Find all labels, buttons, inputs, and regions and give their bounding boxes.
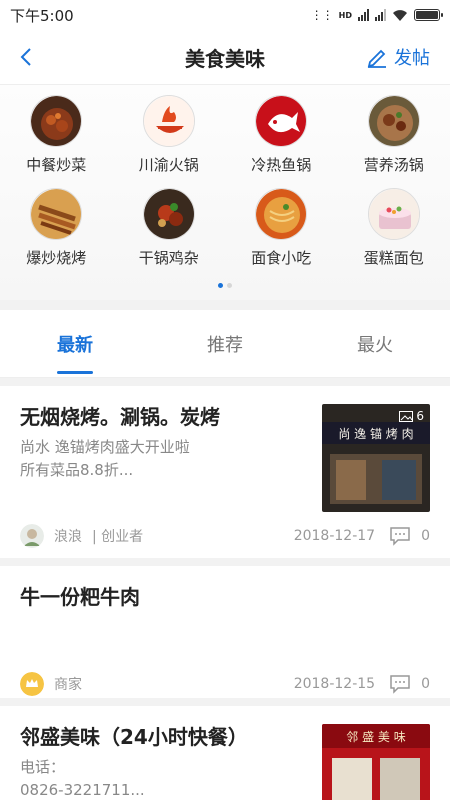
network-label: HD: [338, 10, 352, 20]
post-meta: 浪浪 | 创业者 2018-12-17 0: [20, 524, 430, 548]
author[interactable]: 商家: [20, 672, 82, 696]
signal-icon: [358, 9, 369, 21]
category-item-drypot[interactable]: 干锅鸡杂: [113, 188, 226, 268]
category-item-stirfry[interactable]: 中餐炒菜: [0, 95, 113, 175]
author-name: 浪浪: [54, 529, 82, 545]
category-label: 营养汤锅: [363, 156, 424, 174]
post-thumbnail[interactable]: 尚 逸 锚 烤 肉 6: [322, 404, 430, 512]
svg-text:尚 逸 锚 烤 肉: 尚 逸 锚 烤 肉: [338, 426, 413, 441]
tab-latest[interactable]: 最新: [0, 310, 150, 377]
author-role: | 创业者: [92, 529, 144, 545]
post-desc-line: 电话：: [20, 758, 66, 776]
post-card[interactable]: 牛一份粑牛肉 商家 2018-12-15 0: [0, 566, 450, 698]
post-meta: 商家 2018-12-15 0: [20, 672, 430, 696]
comment-icon: [390, 675, 410, 694]
post-title: 邻盛美味（24小时快餐）: [20, 725, 248, 749]
back-button[interactable]: [20, 42, 40, 72]
battery-icon: [414, 9, 443, 21]
category-item-fishpot[interactable]: 冷热鱼锅: [225, 95, 338, 175]
tab-label: 最火: [357, 334, 393, 356]
post-card[interactable]: 邻盛美味（24小时快餐） 电话： 0826-3221711... 邻 盛 美 味: [0, 706, 450, 800]
category-grid: 中餐炒菜 川渝火锅 冷热鱼锅 营养汤锅 爆炒烧烤 干锅鸡杂 面食小吃 蛋糕面包: [0, 95, 450, 268]
author-name: 商家: [54, 677, 82, 693]
tab-label: 最新: [57, 334, 93, 356]
chevron-left-icon: [20, 48, 31, 66]
image-count: 6: [416, 409, 424, 423]
nav-bar: 美食美味 发帖: [0, 30, 450, 85]
soup-icon: [367, 95, 420, 147]
comment-number: 0: [421, 676, 430, 692]
post-desc-line: 0826-3221711...: [20, 780, 145, 799]
category-label: 面食小吃: [251, 249, 312, 267]
category-label: 川渝火锅: [138, 156, 199, 174]
category-label: 干锅鸡杂: [138, 249, 199, 267]
category-label: 爆炒烧烤: [26, 249, 87, 267]
post-button[interactable]: 发帖: [366, 44, 430, 70]
post-desc-line: 尚水 逸锚烤肉盛大开业啦: [20, 438, 190, 456]
category-label: 中餐炒菜: [26, 156, 87, 174]
post-title: 牛一份粑牛肉: [20, 585, 140, 609]
page-dot-active: [218, 283, 223, 288]
bbq-icon: [30, 188, 83, 240]
tab-hottest[interactable]: 最火: [300, 310, 450, 377]
status-time: 下午5:00: [10, 6, 74, 25]
status-icons: ⋮⋮ HD: [310, 8, 443, 22]
category-item-bbq[interactable]: 爆炒烧烤: [0, 188, 113, 268]
category-panel: 中餐炒菜 川渝火锅 冷热鱼锅 营养汤锅 爆炒烧烤 干锅鸡杂 面食小吃 蛋糕面包: [0, 85, 450, 300]
noodles-icon: [255, 188, 308, 240]
tab-bar: 最新 推荐 最火: [0, 310, 450, 378]
post-card[interactable]: 无烟烧烤。涮锅。炭烤 尚水 逸锚烤肉盛大开业啦 所有菜品8.8折... 尚 逸 …: [0, 386, 450, 558]
category-label: 冷热鱼锅: [251, 156, 312, 174]
post-desc-line: 所有菜品8.8折...: [20, 460, 134, 479]
tab-recommended[interactable]: 推荐: [150, 310, 300, 377]
cake-icon: [367, 188, 420, 240]
dish-icon: [30, 95, 83, 147]
image-icon: [399, 410, 414, 422]
svg-text:邻 盛 美 味: 邻 盛 美 味: [346, 729, 405, 744]
merchant-badge-icon: [20, 672, 44, 696]
avatar: [20, 524, 44, 548]
post-description: 电话： 0826-3221711...: [20, 756, 312, 800]
pen-icon: [367, 49, 386, 68]
post-date: 2018-12-15: [293, 676, 376, 692]
comment-number: 0: [421, 528, 430, 544]
category-label: 蛋糕面包: [363, 249, 424, 267]
page-indicator: [0, 283, 450, 288]
category-item-cake[interactable]: 蛋糕面包: [338, 188, 450, 268]
signal-icon-2: [375, 9, 386, 21]
category-item-noodles[interactable]: 面食小吃: [225, 188, 338, 268]
drypot-icon: [142, 188, 195, 240]
category-item-soup[interactable]: 营养汤锅: [338, 95, 450, 175]
hotpot-icon: [142, 95, 195, 147]
post-button-label: 发帖: [394, 48, 430, 69]
post-description: 尚水 逸锚烤肉盛大开业啦 所有菜品8.8折...: [20, 436, 312, 481]
post-date: 2018-12-17: [293, 528, 376, 544]
tab-label: 推荐: [207, 334, 243, 356]
category-item-hotpot[interactable]: 川渝火锅: [113, 95, 226, 175]
comment-count[interactable]: 0: [389, 526, 430, 546]
author[interactable]: 浪浪 | 创业者: [20, 524, 143, 548]
status-bar: 下午5:00 ⋮⋮ HD: [0, 0, 450, 30]
wifi-icon: [393, 9, 407, 21]
post-title: 无烟烧烤。涮锅。炭烤: [20, 405, 220, 429]
comment-count[interactable]: 0: [389, 674, 430, 694]
post-thumbnail[interactable]: 邻 盛 美 味: [322, 724, 430, 800]
image-count-badge: 6: [399, 409, 424, 423]
silent-icon: ⋮⋮: [310, 8, 334, 22]
fish-icon: [255, 95, 308, 147]
page-dot: [227, 283, 232, 288]
comment-icon: [390, 527, 410, 546]
